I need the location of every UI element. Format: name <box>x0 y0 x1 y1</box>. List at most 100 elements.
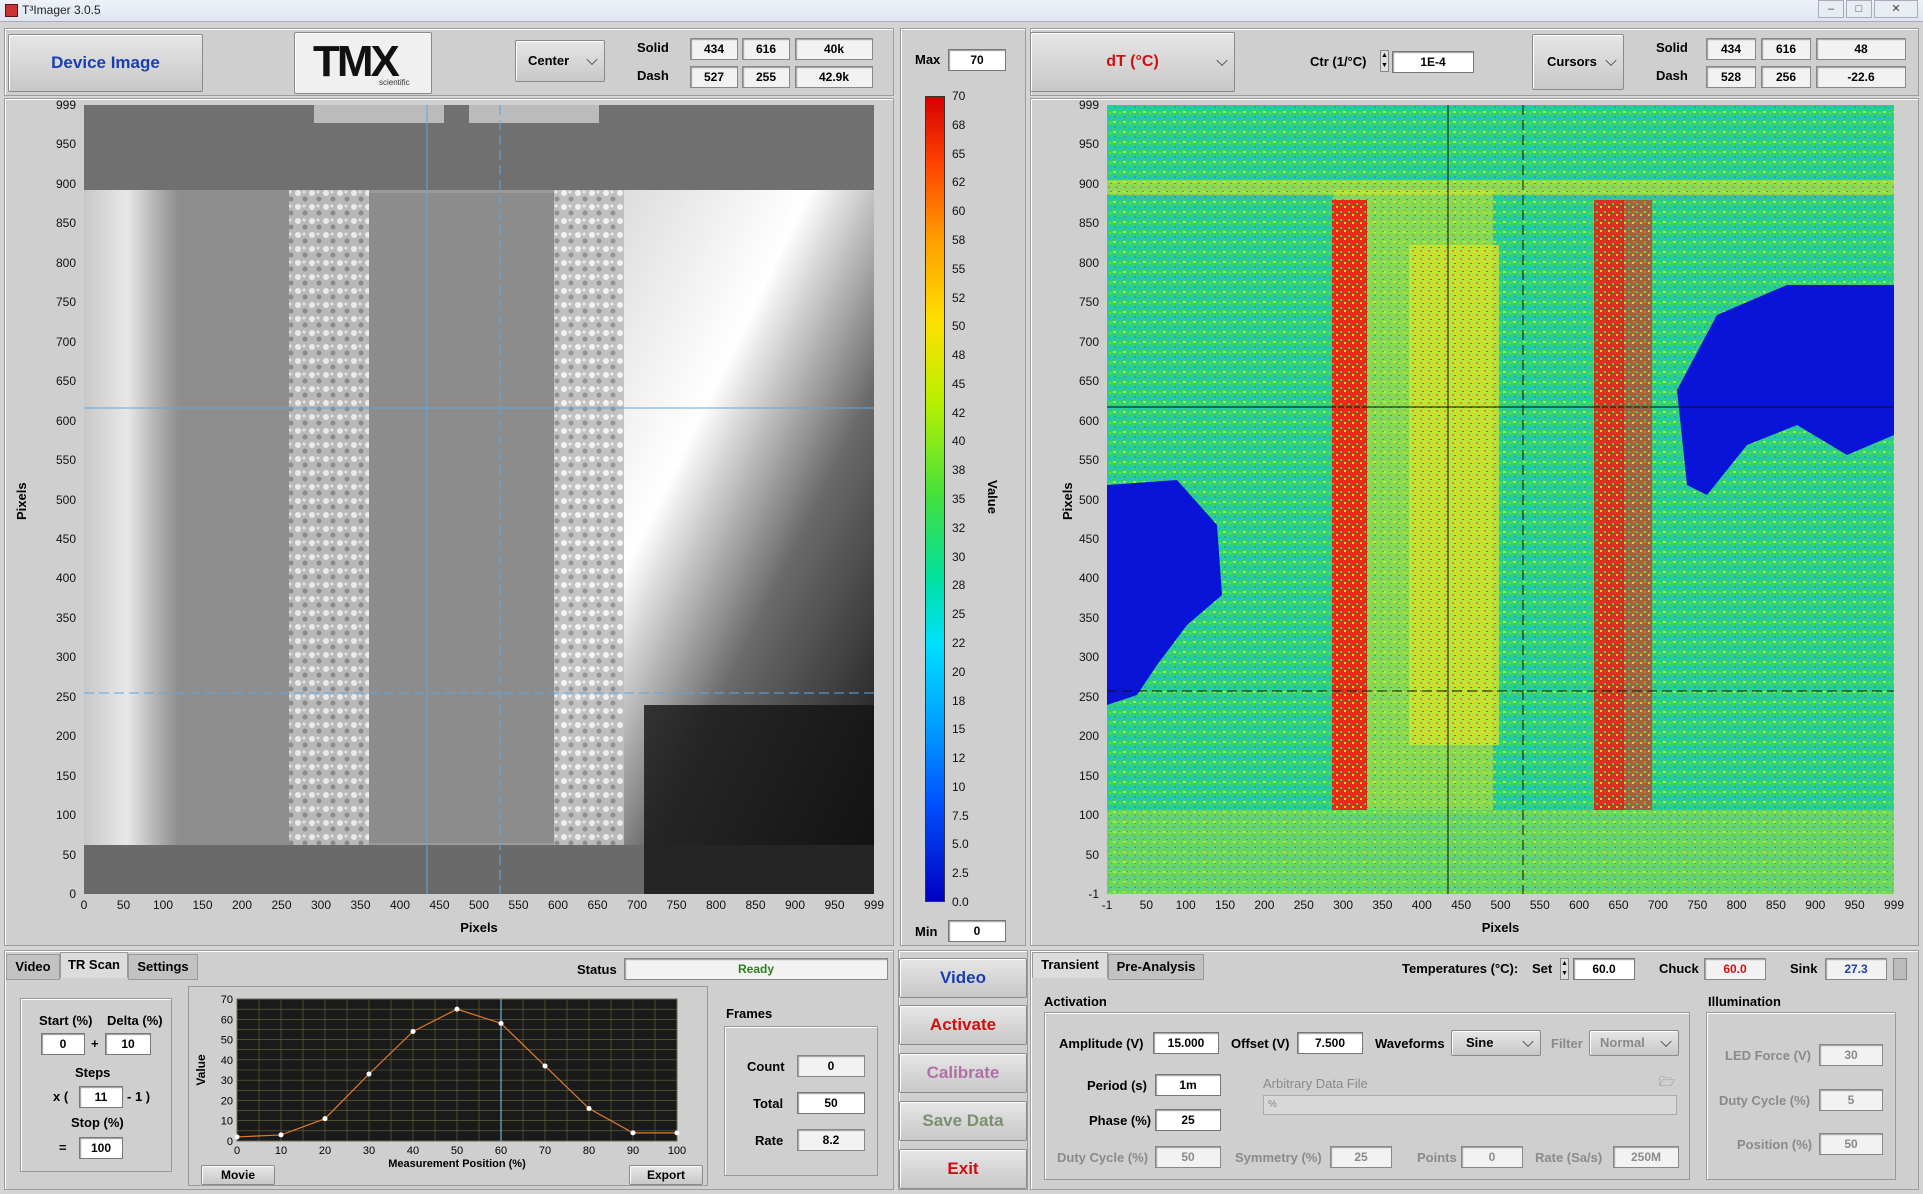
set-label: Set <box>1532 961 1553 976</box>
x-tick: 900 <box>784 898 806 912</box>
x-tick: 0 <box>80 898 88 912</box>
y-tick: 10 <box>221 1116 233 1128</box>
y-tick: 60 <box>221 1014 233 1026</box>
colorbar-tick: 62 <box>952 175 966 190</box>
set-input[interactable]: 60.0 <box>1573 958 1635 980</box>
export-button[interactable]: Export <box>629 1165 703 1185</box>
ctr-input[interactable]: 1E-4 <box>1392 51 1474 73</box>
amplitude-input[interactable]: 15.000 <box>1153 1032 1219 1054</box>
x-tick: 500 <box>1490 898 1511 912</box>
activate-button[interactable]: Activate <box>899 1005 1027 1045</box>
colorbar-value-label: Value <box>985 480 1000 514</box>
x-tick: 700 <box>1647 898 1668 912</box>
x-tick: 950 <box>1844 898 1865 912</box>
y-tick: 200 <box>55 729 76 744</box>
dash-label: Dash <box>637 68 669 83</box>
position-label: Position (%) <box>1737 1137 1813 1152</box>
x-tick: 100 <box>668 1145 686 1157</box>
x-tick: 600 <box>1569 898 1590 912</box>
calibrate-button[interactable]: Calibrate <box>899 1053 1027 1093</box>
tab-tr-scan[interactable]: TR Scan <box>60 952 128 978</box>
exit-button[interactable]: Exit <box>899 1149 1027 1189</box>
device-image[interactable] <box>84 105 874 894</box>
colorbar-tick: 48 <box>952 348 966 363</box>
movie-button[interactable]: Movie <box>201 1165 275 1185</box>
right-cursor-readout: Solid 434 616 48 Dash 528 256 -22.6 <box>1628 32 1918 94</box>
sink-label: Sink <box>1790 961 1818 976</box>
start-input[interactable]: 0 <box>41 1033 85 1055</box>
min-input[interactable]: 0 <box>948 920 1006 942</box>
cursors-dropdown[interactable]: Cursors <box>1532 34 1624 90</box>
minimize-icon[interactable]: – <box>1818 0 1844 18</box>
x-tick: 100 <box>1175 898 1196 912</box>
x-tick: 350 <box>1372 898 1393 912</box>
center-dropdown[interactable]: Center <box>515 40 605 82</box>
status-label: Status <box>577 962 617 977</box>
video-button[interactable]: Video <box>899 958 1027 998</box>
total-input[interactable]: 50 <box>797 1092 865 1114</box>
y-tick: 100 <box>1078 808 1099 823</box>
max-input[interactable]: 70 <box>948 49 1006 71</box>
y-tick: 650 <box>55 374 76 389</box>
save-data-button[interactable]: Save Data <box>899 1101 1027 1141</box>
arb-path-field[interactable]: % <box>1263 1095 1677 1115</box>
thermal-image[interactable] <box>1107 105 1894 894</box>
rate-label: Rate <box>755 1133 784 1148</box>
x-tick: 999 <box>863 898 885 912</box>
tab-video[interactable]: Video <box>6 954 60 980</box>
data-point <box>454 1006 460 1012</box>
data-point <box>234 1134 240 1140</box>
y-tick: 70 <box>221 994 233 1006</box>
phase-input[interactable]: 25 <box>1155 1109 1221 1131</box>
total-label: Total <box>753 1096 784 1111</box>
tab-pre-analysis[interactable]: Pre-Analysis <box>1108 954 1204 980</box>
ctr-label: Ctr (1/°C) <box>1310 54 1367 69</box>
ctr-spinner[interactable]: ▲ ▼ <box>1380 50 1389 72</box>
delta-input[interactable]: 10 <box>105 1033 151 1055</box>
filter-dropdown[interactable]: Normal <box>1589 1030 1679 1056</box>
x-tick: 10 <box>275 1145 287 1157</box>
period-label: Period (s) <box>1087 1078 1147 1093</box>
x-tick: 950 <box>824 898 845 912</box>
colorbar-tick: 65 <box>952 146 966 161</box>
x-tick: 250 <box>1293 898 1314 912</box>
x-tick: 400 <box>1411 898 1432 912</box>
dash-value: 42.9k <box>795 66 873 88</box>
colorbar-tick: 45 <box>952 376 966 391</box>
y-tick: 400 <box>55 571 76 586</box>
maximize-icon[interactable]: □ <box>1846 0 1872 18</box>
y-tick: 350 <box>55 610 76 625</box>
y-tick: 800 <box>55 255 76 270</box>
data-point <box>366 1071 372 1077</box>
solid-value: 40k <box>795 38 873 60</box>
set-spinner[interactable]: ▲ ▼ <box>1560 958 1569 980</box>
period-input[interactable]: 1m <box>1155 1074 1221 1096</box>
waveforms-label: Waveforms <box>1375 1036 1445 1051</box>
temperatures-label: Temperatures (°C): <box>1402 961 1519 976</box>
offset-input[interactable]: 7.500 <box>1297 1032 1363 1054</box>
x-tick: 300 <box>1333 898 1354 912</box>
frames-group: Count 0 Total 50 Rate 8.2 <box>724 1026 878 1176</box>
y-tick: 700 <box>55 334 76 349</box>
colorbar-tick: 52 <box>952 290 966 305</box>
waveform-dropdown[interactable]: Sine <box>1451 1030 1541 1056</box>
stop-input[interactable]: 100 <box>79 1137 123 1159</box>
colorbar-tick: 55 <box>952 261 966 276</box>
steps-input[interactable]: 11 <box>79 1086 123 1108</box>
colorbar-tick: 50 <box>952 319 966 334</box>
steps-label: Steps <box>75 1065 111 1080</box>
close-icon[interactable]: ✕ <box>1874 0 1918 18</box>
plus-sign: + <box>91 1036 99 1051</box>
y-tick: 40 <box>221 1055 233 1067</box>
mode-dropdown[interactable]: dT (°C) <box>1030 32 1235 92</box>
min-label: Min <box>915 924 938 939</box>
x-tick: 850 <box>745 898 766 912</box>
data-point <box>542 1063 548 1069</box>
tab-settings[interactable]: Settings <box>128 954 198 980</box>
x-tick: 800 <box>705 898 727 912</box>
colorbar-tick: 35 <box>952 492 966 506</box>
folder-icon[interactable]: 🗁 <box>1657 1073 1677 1091</box>
steps-minus-close: - 1 ) <box>127 1089 151 1104</box>
window-title: T³Imager 3.0.5 <box>22 3 101 17</box>
tab-transient[interactable]: Transient <box>1032 952 1108 978</box>
